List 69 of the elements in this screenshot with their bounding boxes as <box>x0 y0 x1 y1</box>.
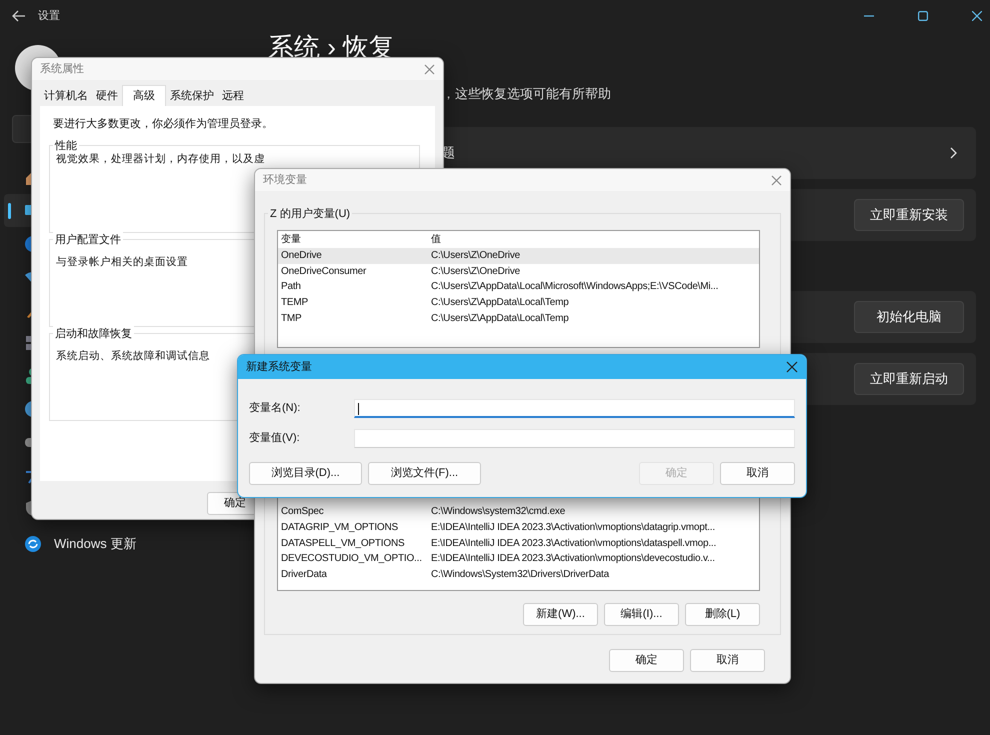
variable-name: DriverData <box>281 568 328 582</box>
variable-value: C:\Users\Z\OneDrive <box>431 249 520 264</box>
dialog-button[interactable]: 取消 <box>690 649 765 672</box>
list-row[interactable]: ComSpec C:\Windows\system32\cmd.exe <box>278 504 759 520</box>
dialog-button[interactable]: 确定 <box>609 649 684 672</box>
variable-value: C:\Users\Z\AppData\Local\Microsoft\WindowsApps;E:\VSCode\Mi... <box>431 280 718 294</box>
list-row[interactable]: DEVECOSTUDIO_VM_OPTIO... E:\IDEA\IntelliJ IDEA 2023.3\Activation\vmoptions\devecostudio.v... <box>278 550 759 566</box>
dialog-button[interactable]: 取消 <box>720 462 795 485</box>
variable-value: C:\Users\Z\OneDrive <box>431 264 520 279</box>
update-icon <box>24 534 42 552</box>
variable-value: C:\Windows\System32\Drivers\DriverData <box>431 568 609 582</box>
variable-name: OneDriveConsumer <box>281 264 368 279</box>
nav-item[interactable]: Windows 更新 <box>4 527 255 560</box>
window-title: 设置 <box>38 8 60 24</box>
tab[interactable]: 系统保护 <box>166 84 218 106</box>
action-button[interactable]: 初始化电脑 <box>854 300 964 332</box>
list-row[interactable]: OneDrive C:\Users\Z\OneDrive <box>278 248 759 264</box>
list-row[interactable]: DATASPELL_VM_OPTIONS E:\IDEA\IntelliJ IDEA 2023.3\Activation\vmoptions\dataspell.vmop... <box>278 535 759 551</box>
action-button[interactable]: 立即重新安装 <box>854 198 964 230</box>
group-description: 系统启动、系统故障和调试信息 <box>56 348 210 364</box>
variable-name: DEVECOSTUDIO_VM_OPTIO... <box>281 552 423 566</box>
maximize-icon[interactable] <box>918 11 928 21</box>
dialog-title: 系统属性 <box>40 62 84 77</box>
chevron-icon <box>950 146 958 158</box>
variable-value: C:\Users\Z\AppData\Local\Temp <box>431 312 569 326</box>
input-field[interactable] <box>354 429 795 448</box>
variable-value: C:\Users\Z\AppData\Local\Temp <box>431 296 569 310</box>
dialog-button[interactable]: 新建(W)... <box>523 603 598 626</box>
dialog-button[interactable]: 浏览文件(F)... <box>368 462 481 485</box>
close-icon[interactable] <box>424 64 435 74</box>
page-description: ，这些恢复选项可能有所帮助 <box>442 85 612 103</box>
variable-value: E:\IDEA\IntelliJ IDEA 2023.3\Activation\vmoptions\dataspell.vmop... <box>431 536 716 551</box>
dialog-title: 新建系统变量 <box>246 360 312 375</box>
group-description: 与登录帐户相关的桌面设置 <box>56 254 188 270</box>
column-header[interactable]: 值 <box>431 232 441 247</box>
tab[interactable]: 远程 <box>218 84 248 106</box>
variable-value: E:\IDEA\IntelliJ IDEA 2023.3\Activation\vmoptions\devecostudio.v... <box>431 552 715 566</box>
variable-name: Path <box>281 280 302 294</box>
dialog-button[interactable]: 浏览目录(D)... <box>249 462 362 485</box>
list-row[interactable]: DriverData C:\Windows\System32\Drivers\DriverData <box>278 566 759 582</box>
dialog-button[interactable]: 删除(L) <box>685 603 760 626</box>
variable-value: E:\IDEA\IntelliJ IDEA 2023.3\Activation\vmoptions\datagrip.vmopt... <box>431 520 715 535</box>
back-icon[interactable] <box>12 10 26 22</box>
input-field[interactable] <box>354 399 795 418</box>
close-icon[interactable] <box>771 174 782 186</box>
field-label: 变量名(N): <box>249 400 302 416</box>
tab[interactable]: 硬件 <box>92 84 122 106</box>
variable-name: OneDrive <box>281 249 323 264</box>
list-row[interactable]: OneDriveConsumer C:\Users\Z\OneDrive <box>278 264 759 280</box>
variable-value: C:\Windows\system32\cmd.exe <box>431 505 566 520</box>
variable-name: TMP <box>281 312 303 326</box>
variable-name: ComSpec <box>281 505 325 520</box>
tab[interactable]: 高级 <box>122 84 166 106</box>
column-header[interactable]: 变量 <box>281 232 431 247</box>
list-row[interactable]: DATAGRIP_VM_OPTIONS E:\IDEA\IntelliJ IDEA 2023.3\Activation\vmoptions\datagrip.vmopt... <box>278 520 759 536</box>
variable-name: DATAGRIP_VM_OPTIONS <box>281 520 399 535</box>
dialog-button[interactable]: 编辑(I)... <box>604 603 679 626</box>
close-icon[interactable] <box>972 11 982 21</box>
group-label: Z 的用户变量(U) <box>268 206 352 222</box>
group-label: 性能 <box>53 138 79 154</box>
list-row[interactable]: TEMP C:\Users\Z\AppData\Local\Temp <box>278 294 759 310</box>
tab[interactable]: 计算机名 <box>40 84 92 106</box>
close-icon[interactable] <box>786 361 798 373</box>
variable-name: TEMP <box>281 296 309 310</box>
field-label: 变量值(V): <box>249 430 301 446</box>
variable-name: DATASPELL_VM_OPTIONS <box>281 536 406 551</box>
list-row[interactable]: Path C:\Users\Z\AppData\Local\Microsoft\WindowsApps;E:\VSCode\Mi... <box>278 279 759 295</box>
action-button[interactable]: 立即重新启动 <box>854 362 964 394</box>
list-row[interactable]: TMP C:\Users\Z\AppData\Local\Temp <box>278 310 759 326</box>
